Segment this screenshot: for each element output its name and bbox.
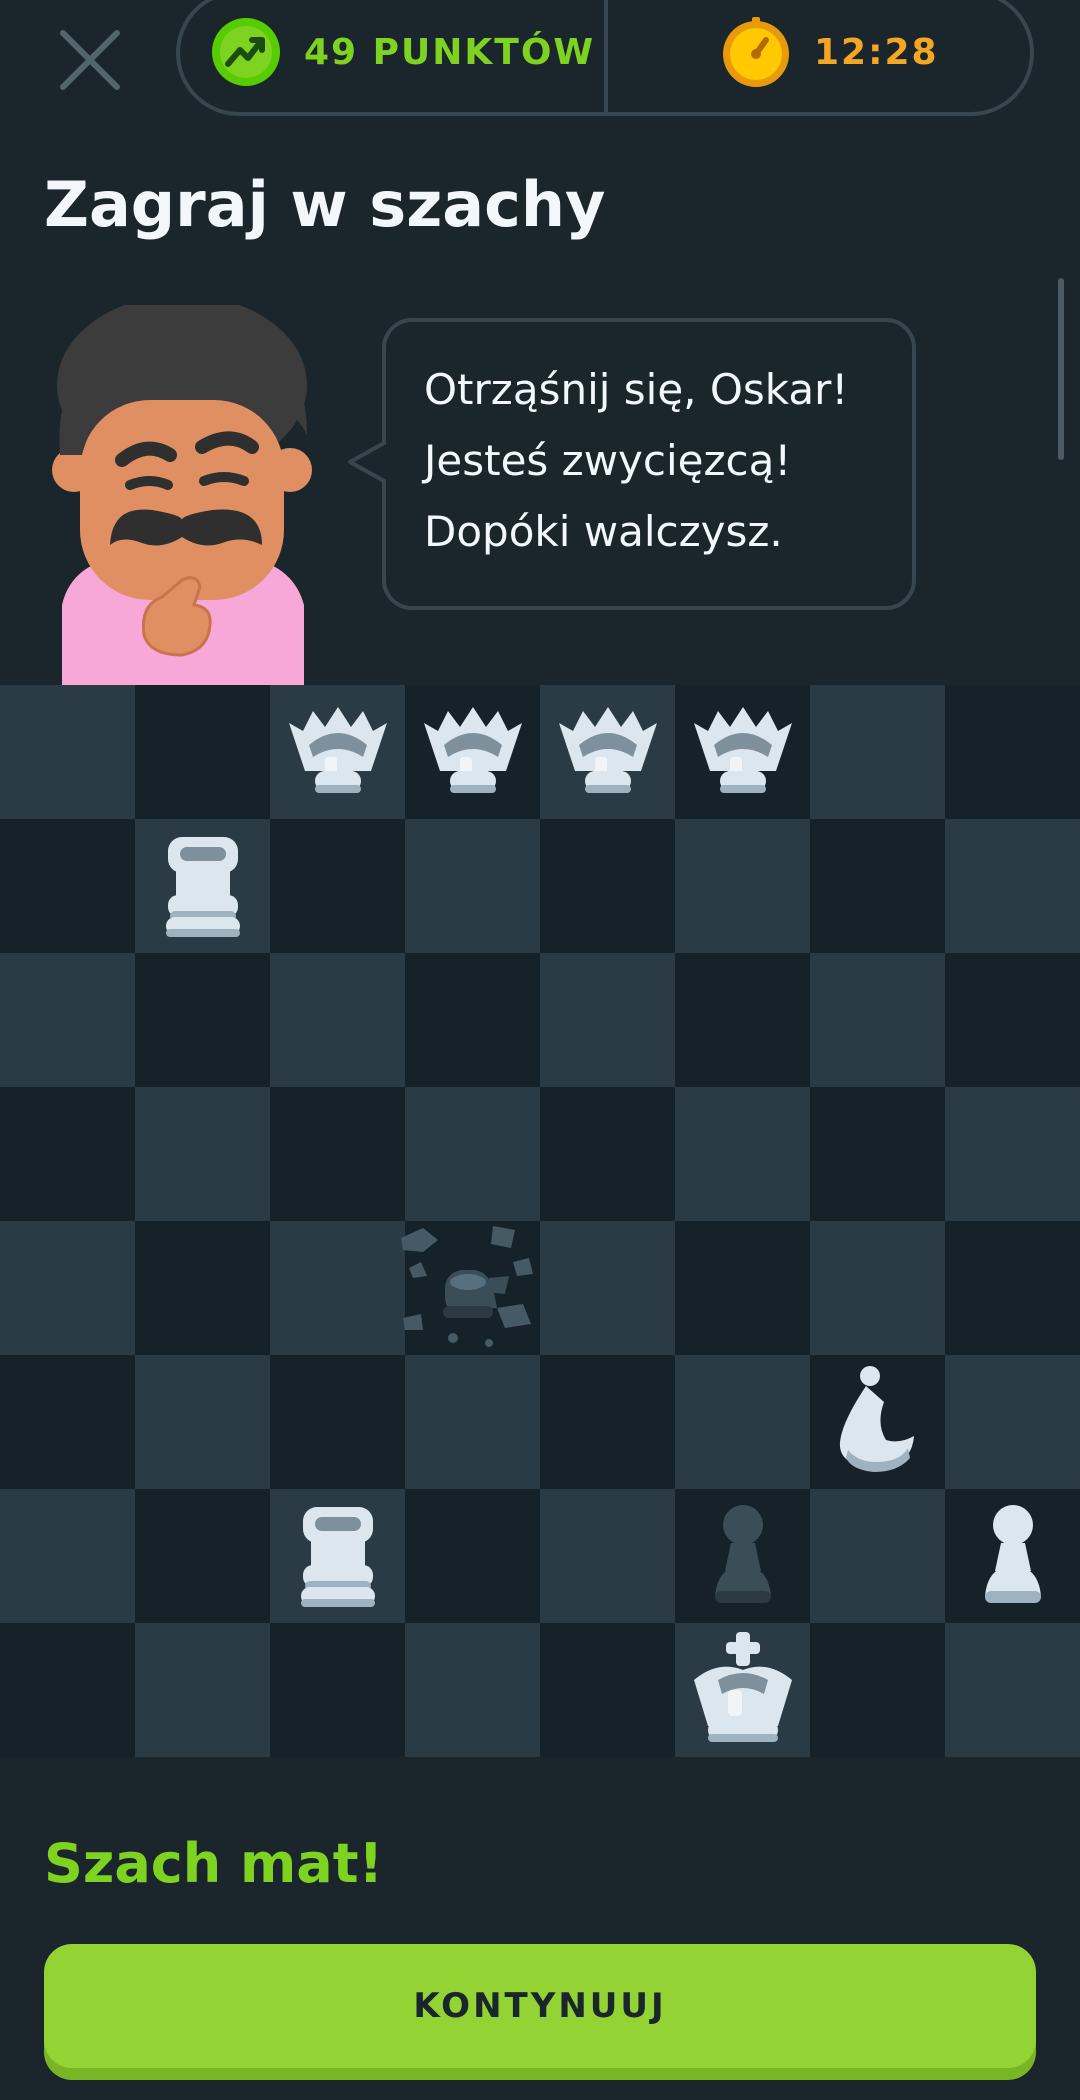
black-pawn-piece-f2[interactable] — [703, 1501, 783, 1615]
board-square-e5[interactable] — [540, 1087, 675, 1221]
board-square-a7[interactable] — [0, 819, 135, 953]
board-square-b3[interactable] — [135, 1355, 270, 1489]
white-pawn-piece-h2[interactable] — [973, 1501, 1053, 1615]
speech-bubble-tail — [348, 440, 386, 484]
board-square-d6[interactable] — [405, 953, 540, 1087]
board-square-e7[interactable] — [540, 819, 675, 953]
board-square-b1[interactable] — [135, 1623, 270, 1757]
board-square-a5[interactable] — [0, 1087, 135, 1221]
board-square-b8[interactable] — [135, 685, 270, 819]
board-square-f7[interactable] — [675, 819, 810, 953]
speech-line-3: Dopóki walczysz. — [424, 507, 783, 556]
board-square-d7[interactable] — [405, 819, 540, 953]
stopwatch-icon — [723, 17, 789, 87]
result-text: Szach mat! — [44, 1832, 384, 1895]
board-square-a4[interactable] — [0, 1221, 135, 1355]
board-square-f3[interactable] — [675, 1355, 810, 1489]
white-knight-piece-g3[interactable] — [828, 1362, 928, 1486]
white-queen-icon — [423, 707, 522, 793]
white-queen-piece-c8[interactable] — [283, 697, 393, 811]
board-square-b4[interactable] — [135, 1221, 270, 1355]
board-square-g8[interactable] — [810, 685, 945, 819]
board-square-h1[interactable] — [945, 1623, 1080, 1757]
board-square-b5[interactable] — [135, 1087, 270, 1221]
white-queen-piece-e8[interactable] — [553, 697, 663, 811]
board-square-g5[interactable] — [810, 1087, 945, 1221]
oscar-character-avatar — [52, 305, 312, 685]
board-square-g4[interactable] — [810, 1221, 945, 1355]
shattered-black-king-piece-d4[interactable] — [393, 1218, 553, 1362]
scrollbar[interactable] — [1058, 278, 1064, 460]
board-square-h5[interactable] — [945, 1087, 1080, 1221]
white-queen-icon — [693, 707, 792, 793]
white-rook-piece-b7[interactable] — [158, 831, 248, 945]
board-square-h4[interactable] — [945, 1221, 1080, 1355]
continue-button[interactable]: KONTYNUUJ — [44, 1944, 1036, 2068]
close-icon — [60, 30, 120, 90]
board-square-d1[interactable] — [405, 1623, 540, 1757]
board-square-b2[interactable] — [135, 1489, 270, 1623]
page-title: Zagraj w szachy — [44, 168, 606, 241]
white-knight-icon — [839, 1366, 914, 1472]
board-square-d3[interactable] — [405, 1355, 540, 1489]
board-square-a1[interactable] — [0, 1623, 135, 1757]
speech-line-2: Jesteś zwycięzcą! — [424, 436, 792, 485]
stats-divider — [604, 0, 608, 114]
board-square-f4[interactable] — [675, 1221, 810, 1355]
board-square-c6[interactable] — [270, 953, 405, 1087]
white-rook-icon — [165, 837, 240, 937]
board-square-c1[interactable] — [270, 1623, 405, 1757]
board-square-e2[interactable] — [540, 1489, 675, 1623]
board-square-e4[interactable] — [540, 1221, 675, 1355]
black-pawn-icon — [714, 1505, 771, 1603]
board-square-e1[interactable] — [540, 1623, 675, 1757]
board-square-e3[interactable] — [540, 1355, 675, 1489]
white-queen-piece-d8[interactable] — [418, 697, 528, 811]
board-square-c3[interactable] — [270, 1355, 405, 1489]
points-label: 49 PUNKTÓW — [304, 31, 596, 73]
board-square-a3[interactable] — [0, 1355, 135, 1489]
board-square-e6[interactable] — [540, 953, 675, 1087]
board-square-h8[interactable] — [945, 685, 1080, 819]
timer-label: 12:28 — [814, 31, 939, 73]
white-rook-piece-c2[interactable] — [293, 1501, 383, 1615]
white-king-piece-f1[interactable] — [688, 1630, 798, 1754]
board-square-g7[interactable] — [810, 819, 945, 953]
board-square-c7[interactable] — [270, 819, 405, 953]
board-square-d5[interactable] — [405, 1087, 540, 1221]
timer-stat: 12:28 — [720, 14, 939, 90]
board-square-a2[interactable] — [0, 1489, 135, 1623]
white-king-icon — [693, 1632, 792, 1742]
board-square-f5[interactable] — [675, 1087, 810, 1221]
board-square-b6[interactable] — [135, 953, 270, 1087]
white-pawn-icon — [984, 1505, 1041, 1603]
black-king-icon — [400, 1226, 533, 1347]
white-queen-icon — [288, 707, 387, 793]
points-stat: 49 PUNKTÓW — [210, 14, 595, 90]
board-square-c4[interactable] — [270, 1221, 405, 1355]
close-button[interactable] — [55, 25, 125, 95]
board-square-h3[interactable] — [945, 1355, 1080, 1489]
board-square-g6[interactable] — [810, 953, 945, 1087]
board-square-h6[interactable] — [945, 953, 1080, 1087]
chess-board[interactable] — [0, 685, 1080, 1757]
speech-line-1: Otrząśnij się, Oskar! — [424, 365, 849, 414]
board-square-c5[interactable] — [270, 1087, 405, 1221]
board-square-h7[interactable] — [945, 819, 1080, 953]
white-rook-icon — [300, 1507, 375, 1607]
board-square-g1[interactable] — [810, 1623, 945, 1757]
trend-up-icon — [212, 18, 280, 86]
board-square-a6[interactable] — [0, 953, 135, 1087]
board-square-d2[interactable] — [405, 1489, 540, 1623]
white-queen-piece-f8[interactable] — [688, 697, 798, 811]
board-square-f6[interactable] — [675, 953, 810, 1087]
board-square-g2[interactable] — [810, 1489, 945, 1623]
white-queen-icon — [558, 707, 657, 793]
board-square-a8[interactable] — [0, 685, 135, 819]
